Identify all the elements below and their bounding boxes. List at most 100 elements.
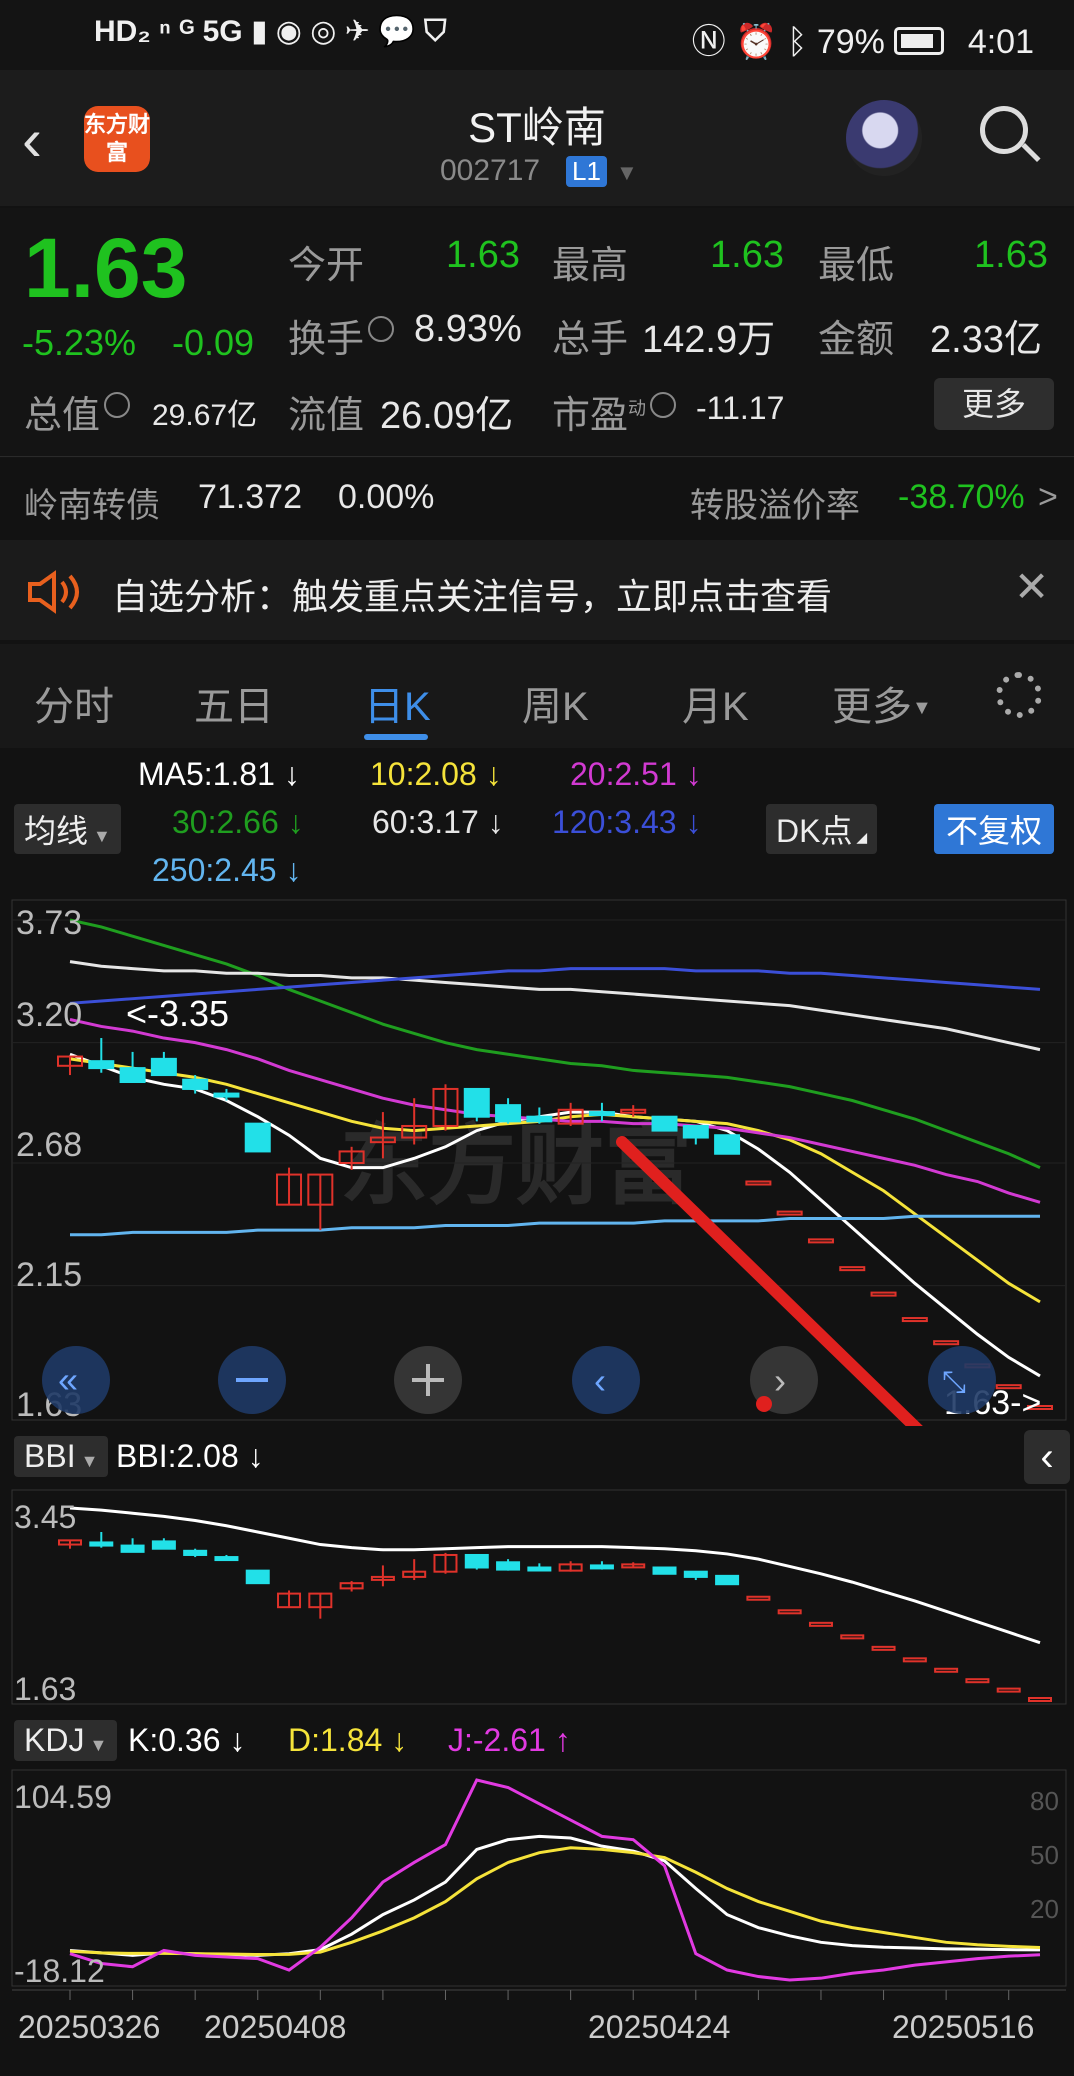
- candle-body: [183, 1549, 208, 1556]
- candle-body: [840, 1634, 865, 1640]
- candle-body: [933, 1340, 960, 1346]
- ma10-label: 10:2.08 ↓: [370, 756, 502, 792]
- status-right: Ⓝ ⏰ ᛒ 79% 4:01: [692, 14, 1034, 63]
- x-axis: 20250326 20250408 20250424 20250516: [12, 1989, 1066, 2045]
- candle-body: [588, 1111, 615, 1117]
- kdj-d-value: D:1.84 ↓: [288, 1722, 408, 1758]
- bond-name: 岭南转债: [24, 487, 160, 525]
- kdj-line-k: [69, 1834, 1041, 1957]
- candle-body: [245, 1569, 270, 1585]
- nfc-icon: Ⓝ: [691, 23, 726, 61]
- candle-body: [745, 1180, 772, 1186]
- candle-body: [996, 1687, 1021, 1693]
- tab-intraday[interactable]: 分时: [34, 674, 114, 732]
- alarm-icon: ⏰: [735, 23, 778, 61]
- bbi-selector[interactable]: BBI ▼: [14, 1436, 109, 1477]
- x-date-1: 20250326: [18, 2009, 160, 2045]
- kdj-y-bottom: -18.12: [14, 1953, 105, 1988]
- info-icon[interactable]: [650, 392, 677, 418]
- tab-five-day[interactable]: 五日: [194, 674, 274, 732]
- info-icon[interactable]: [104, 392, 131, 418]
- x-date-4: 20250516: [892, 2009, 1034, 2045]
- candle-body: [870, 1291, 897, 1297]
- bbi-chart[interactable]: 3.45 1.63: [0, 1488, 1074, 1708]
- candle-body: [934, 1667, 959, 1673]
- double-chevron-left-icon: «: [58, 1359, 78, 1400]
- candle-body: [526, 1115, 553, 1123]
- high-value: 1.63: [710, 234, 784, 276]
- kdj-line-d: [69, 1846, 1041, 1957]
- kdj-chart[interactable]: 104.59 -18.12 80 50 20: [0, 1768, 1074, 1988]
- candle-body: [651, 1115, 678, 1132]
- premium-value: -38.70%: [898, 478, 1025, 516]
- last-price: 1.63: [24, 221, 188, 315]
- candle-body: [589, 1564, 614, 1570]
- turnover-label: 换手: [288, 308, 395, 363]
- status-icons: HD₂ ⁿ ᴳ 5G ▮ ◉ ◎ ✈ 💬 ⛉: [94, 15, 447, 48]
- more-quote-button[interactable]: 更多: [934, 378, 1054, 430]
- divider: [0, 456, 1074, 457]
- convertible-bond-row[interactable]: 岭南转债 71.372 0.00% 转股溢价率 -38.70% >: [0, 470, 1074, 530]
- mktcap-value: 29.67亿: [152, 399, 258, 432]
- kdj-level-20: 20: [1030, 1894, 1059, 1924]
- tab-more[interactable]: 更多▼: [832, 674, 932, 732]
- battery-percent: 79%: [816, 23, 885, 61]
- clock: 4:01: [967, 23, 1034, 61]
- ma30-label: 30:2.66 ↓: [172, 804, 304, 840]
- zoom-controls: « ‹ › ⤡: [42, 1346, 996, 1414]
- level-badge[interactable]: L1: [566, 156, 607, 187]
- notification-dot: [756, 1396, 772, 1412]
- candle-body: [463, 1087, 490, 1118]
- close-icon[interactable]: ✕: [1014, 562, 1049, 611]
- bbi-value: BBI:2.08 ↓: [116, 1438, 264, 1474]
- quote-panel: 1.63 -5.23% -0.09 今开 1.63 最高 1.63 最低 1.6…: [0, 208, 1074, 458]
- info-icon[interactable]: [368, 316, 395, 342]
- candle-body: [214, 1556, 239, 1562]
- kdj-y-top: 104.59: [14, 1779, 112, 1815]
- chevron-left-icon: ‹: [594, 1360, 606, 1401]
- turnover-value: 8.93%: [414, 308, 522, 350]
- app-header: ‹ 东方财富 ST岭南 002717 L1 ▼: [0, 70, 1074, 206]
- dk-point-button[interactable]: DK点 ◢: [766, 804, 878, 854]
- candle-body: [683, 1570, 708, 1578]
- tab-monthly-k[interactable]: 月K: [682, 674, 749, 732]
- ma250-label: 250:2.45 ↓: [152, 852, 302, 888]
- bond-price: 71.372: [198, 478, 302, 516]
- adjust-mode-button[interactable]: 不复权: [934, 804, 1055, 854]
- candle-body: [652, 1566, 677, 1575]
- candle-body: [777, 1609, 802, 1615]
- kdj-line-j: [69, 1778, 1041, 1982]
- period-tabs: 分时 五日 日K 周K 月K 更多▼: [0, 644, 1074, 748]
- kdj-k-value: K:0.36 ↓: [128, 1722, 246, 1758]
- high-annotation: <-3.35: [126, 993, 229, 1034]
- step-back-button[interactable]: [572, 1346, 640, 1414]
- pe-label: 市盈动: [552, 384, 677, 439]
- amount-value: 2.33亿: [930, 319, 1042, 361]
- float-label: 流值: [288, 395, 365, 437]
- candle-body: [464, 1553, 489, 1569]
- chevron-right-icon: ›: [774, 1360, 786, 1401]
- tab-daily-k[interactable]: 日K: [364, 674, 431, 732]
- bbi-y-bottom: 1.63: [14, 1671, 76, 1707]
- kdj-level-80: 80: [1030, 1786, 1059, 1816]
- kdj-selector[interactable]: KDJ ▼: [14, 1720, 118, 1761]
- change-pct: -5.23%: [22, 322, 137, 363]
- candle-body: [871, 1645, 896, 1651]
- active-tab-indicator: [364, 734, 428, 740]
- y-label-4: 2.15: [16, 1256, 82, 1294]
- candle-body: [527, 1566, 552, 1572]
- alert-banner[interactable]: 自选分析：触发重点关注信号，立即点击查看 ✕: [0, 540, 1074, 640]
- candle-body: [89, 1541, 114, 1547]
- candle-body: [88, 1060, 115, 1070]
- kline-chart[interactable]: 东方财富 3.73 3.20 2.68 2.15 1.63 <-3.35 1.6…: [0, 896, 1074, 1426]
- change-abs: -0.09: [172, 322, 255, 363]
- collapse-side-button[interactable]: ‹: [1024, 1430, 1070, 1484]
- high-label: 最高: [552, 245, 629, 287]
- chevron-down-icon[interactable]: ▼: [616, 160, 638, 186]
- ma-selector[interactable]: 均线 ▼: [14, 804, 121, 854]
- gear-icon[interactable]: [996, 672, 1042, 718]
- tab-weekly-k[interactable]: 周K: [522, 674, 589, 732]
- bond-change: 0.00%: [338, 478, 435, 516]
- candle-body: [901, 1317, 928, 1323]
- assistant-robot-icon[interactable]: [846, 100, 922, 176]
